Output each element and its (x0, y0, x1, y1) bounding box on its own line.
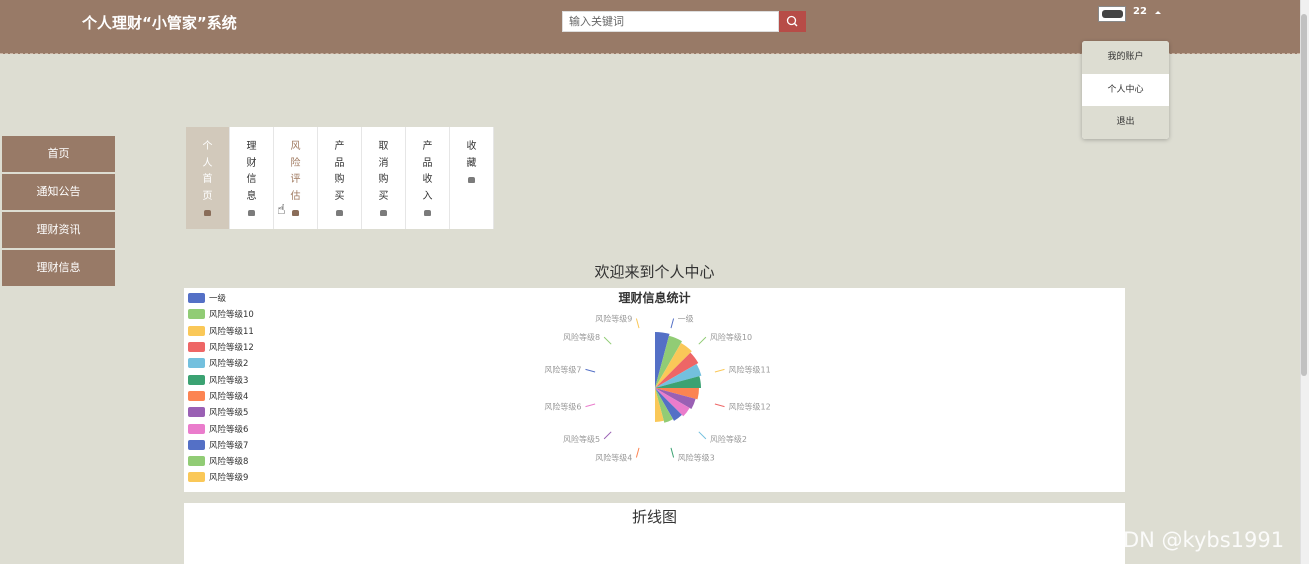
caret-up-icon[interactable] (1155, 11, 1161, 14)
pie-label: 风险等级9 (595, 314, 632, 324)
menu-item-personal-center[interactable]: 个人中心 (1082, 74, 1169, 107)
pie-label-line (714, 403, 725, 408)
pie-label: 风险等级8 (563, 332, 600, 342)
pie-label-line (670, 318, 675, 329)
pie-label: 风险等级11 (729, 364, 771, 374)
tab-label: 理财信息 (246, 141, 257, 202)
pie-label-line (698, 336, 707, 345)
pie-label: 风险等级7 (544, 364, 581, 374)
personal-tabs: 个人首页 理财信息 风险评估 产品购买 取消购买 产品收入 收藏 (186, 127, 494, 229)
pie-label: 风险等级6 (544, 402, 581, 412)
sidebar-item-notices[interactable]: 通知公告 (2, 174, 115, 211)
pie-label: 风险等级5 (563, 434, 600, 444)
briefcase-icon (336, 210, 343, 216)
sidebar-item-home[interactable]: 首页 (2, 136, 115, 173)
pie-label: 风险等级3 (678, 453, 715, 463)
briefcase-icon (468, 177, 475, 183)
tab-label: 产品购买 (334, 141, 345, 202)
pie-label-line (635, 318, 640, 329)
pie-label-line (670, 447, 675, 458)
pie-label-line (603, 336, 612, 345)
tab-personal-home[interactable]: 个人首页 (186, 127, 230, 229)
pie-label-line (585, 403, 596, 408)
briefcase-icon (248, 210, 255, 216)
pie-chart: 一级风险等级10 风险等级11 风险等级12 风险等级2 风险等级3 风险等级4 风险等级5… (544, 314, 771, 463)
watermark: CSDN @kybs1991 (1095, 528, 1285, 552)
tab-cancel-purchase[interactable]: 取消购买 (362, 127, 406, 229)
pie-label-line (603, 431, 612, 440)
pie-label: 一级 (678, 314, 694, 324)
tab-label: 风险评估 (290, 141, 301, 202)
briefcase-icon (380, 210, 387, 216)
user-dropdown-menu: 我的账户 个人中心 退出 (1082, 41, 1169, 139)
chart-panel: 理财信息统计 一级 风险等级10 风险等级11 风险等级12 风险等级2 风险等级3 风险等… (184, 288, 1125, 492)
pie-label: 风险等级4 (595, 453, 632, 463)
briefcase-icon (292, 210, 299, 216)
search-input[interactable] (562, 11, 779, 32)
pie-label-line (635, 447, 640, 458)
sidebar-item-finance-news[interactable]: 理财资讯 (2, 212, 115, 249)
tab-product-purchase[interactable]: 产品购买 (318, 127, 362, 229)
tab-product-income[interactable]: 产品收入 (406, 127, 450, 229)
mouse-pointer-icon: ☝ (277, 202, 286, 218)
menu-item-logout[interactable]: 退出 (1082, 106, 1169, 139)
pie-label-line (585, 368, 596, 373)
pie-label: 风险等级2 (710, 434, 747, 444)
pie-label: 风险等级12 (729, 402, 771, 412)
search-button[interactable] (779, 11, 806, 32)
avatar[interactable] (1098, 6, 1126, 22)
username[interactable]: 22 (1133, 6, 1147, 17)
sidebar-item-finance-info[interactable]: 理财信息 (2, 250, 115, 287)
line-chart-panel: 折线图 (184, 503, 1125, 564)
tab-finance-info[interactable]: 理财信息 (230, 127, 274, 229)
tab-label: 产品收入 (422, 141, 433, 202)
app-title: 个人理财“小管家”系统 (82, 14, 237, 32)
welcome-heading: 欢迎来到个人中心 (594, 263, 715, 281)
sidebar-nav: 首页 通知公告 理财资讯 理财信息 (2, 136, 115, 288)
tab-favorites[interactable]: 收藏 (450, 127, 494, 229)
pie-label-line (698, 431, 707, 440)
tab-label: 取消购买 (378, 141, 389, 202)
briefcase-icon (204, 210, 211, 216)
pie-label: 风险等级10 (710, 332, 752, 342)
search-icon (786, 15, 798, 27)
menu-item-my-account[interactable]: 我的账户 (1082, 41, 1169, 74)
tab-label: 个人首页 (202, 141, 213, 202)
pie-label-line (714, 368, 725, 373)
line-chart-title: 折线图 (631, 508, 677, 526)
briefcase-icon (424, 210, 431, 216)
tab-label: 收藏 (466, 141, 477, 169)
scrollbar-thumb[interactable] (1301, 14, 1307, 376)
